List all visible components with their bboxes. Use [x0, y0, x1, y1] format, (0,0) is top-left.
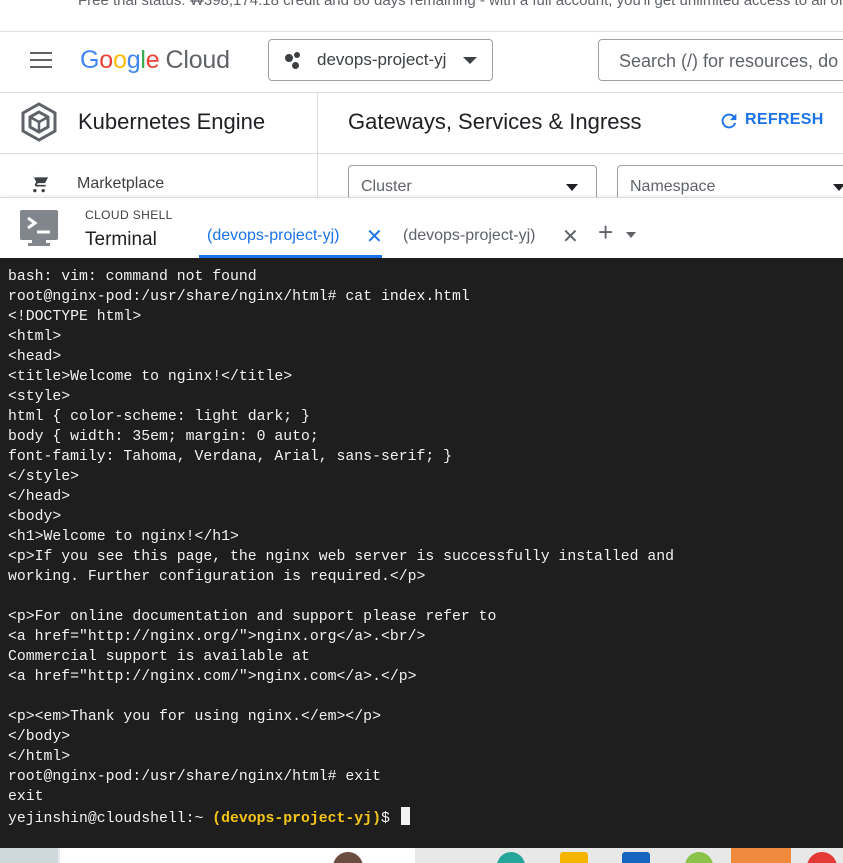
tab-label: (devops-project-yj) — [403, 227, 536, 244]
terminal-line: bash: vim: command not found — [8, 269, 257, 285]
refresh-label: REFRESH — [745, 111, 824, 128]
terminal-line: body { width: 35em; margin: 0 auto; — [8, 429, 319, 445]
terminal-label: Terminal — [85, 229, 157, 250]
close-icon[interactable]: ✕ — [562, 224, 579, 249]
apps-grid-icon[interactable] — [26, 0, 48, 8]
logo-letter: e — [145, 46, 160, 74]
trial-status-text: Free trial status: ₩398,174.18 credit an… — [78, 0, 843, 9]
terminal-line: root@nginx-pod:/usr/share/nginx/html# ca… — [8, 289, 470, 305]
close-icon[interactable]: ✕ — [366, 224, 383, 249]
app-icon[interactable] — [731, 848, 791, 863]
project-selector[interactable]: devops-project-yj — [268, 39, 493, 81]
terminal-line: <p>For online documentation and support … — [8, 609, 497, 625]
terminal-line: <head> — [8, 349, 62, 365]
cloud-shell-bar: CLOUD SHELL Terminal (devops-project-yj)… — [0, 197, 843, 258]
terminal-tab-2[interactable]: (devops-project-yj) ✕ — [403, 224, 579, 258]
terminal-line: working. Further configuration is requir… — [8, 569, 426, 585]
search-input[interactable] — [617, 40, 843, 82]
terminal-line: Commercial support is available at — [8, 649, 310, 665]
terminal-line: </style> — [8, 469, 80, 485]
project-dots-icon — [285, 52, 303, 70]
sidebar-item-marketplace[interactable]: Marketplace — [77, 175, 164, 193]
terminal-line: <p><em>Thank you for using nginx.</em></… — [8, 709, 381, 725]
app-icon[interactable] — [497, 852, 525, 863]
terminal-line: root@nginx-pod:/usr/share/nginx/html# ex… — [8, 769, 381, 785]
terminal-line: <!DOCTYPE html> — [8, 309, 142, 325]
os-taskbar — [0, 848, 843, 863]
terminal-line: <html> — [8, 329, 62, 345]
terminal-line: <a href="http://nginx.com/">nginx.com</a… — [8, 669, 417, 685]
logo-letter: o — [99, 46, 113, 74]
project-name: devops-project-yj — [317, 50, 447, 69]
terminal-line: <a href="http://nginx.org/">nginx.org</a… — [8, 629, 426, 645]
terminal-cursor — [400, 807, 410, 825]
terminal-tab-1[interactable]: (devops-project-yj) ✕ — [199, 224, 383, 258]
terminal-line: </html> — [8, 749, 71, 765]
refresh-icon — [721, 113, 737, 129]
chevron-down-icon[interactable] — [626, 232, 636, 238]
product-bar: Kubernetes Engine Gateways, Services & I… — [0, 93, 843, 154]
terminal-text: bash: vim: command not found root@nginx-p… — [8, 267, 674, 827]
terminal-output[interactable]: bash: vim: command not found root@nginx-p… — [0, 258, 843, 848]
terminal-line: </body> — [8, 729, 71, 745]
logo-letter: g — [126, 46, 141, 74]
terminal-line: <h1>Welcome to nginx!</h1> — [8, 529, 239, 545]
terminal-line: <body> — [8, 509, 62, 525]
trial-banner: Free trial status: ₩398,174.18 credit an… — [0, 0, 843, 32]
add-tab-icon[interactable]: + — [598, 219, 613, 245]
logo-letter: G — [80, 46, 100, 74]
kubernetes-engine-icon — [21, 102, 57, 142]
start-area[interactable] — [0, 848, 58, 863]
prompt-suffix: $ — [380, 811, 399, 827]
panel-divider — [317, 93, 318, 197]
prompt-project: (devops-project-yj) — [212, 811, 381, 827]
prompt-user: yejinshin@cloudshell:~ — [8, 811, 213, 827]
menu-icon[interactable] — [30, 52, 52, 70]
terminal-line: font-family: Tahoma, Verdana, Arial, san… — [8, 449, 452, 465]
folder-icon[interactable] — [560, 852, 588, 863]
terminal-line: <style> — [8, 389, 71, 405]
tab-label: (devops-project-yj) — [207, 227, 340, 244]
chevron-down-icon — [833, 184, 843, 191]
left-nav: Marketplace — [0, 154, 317, 197]
product-title: Kubernetes Engine — [78, 109, 266, 134]
search-box[interactable] — [598, 39, 843, 82]
terminal-line: exit — [8, 789, 44, 805]
app-icon[interactable] — [622, 852, 650, 863]
cluster-filter-label: Cluster — [361, 178, 412, 195]
chevron-down-icon — [463, 57, 477, 64]
namespace-filter-label: Namespace — [630, 178, 716, 195]
google-cloud-logo[interactable]: Google Cloud — [80, 46, 230, 75]
app-icon[interactable] — [807, 852, 837, 863]
cloud-shell-label: CLOUD SHELL — [85, 208, 173, 222]
terminal-line: html { color-scheme: light dark; } — [8, 409, 310, 425]
marketplace-cart-icon — [31, 175, 49, 193]
cloud-shell-terminal-icon — [20, 210, 58, 246]
terminal-prompt: yejinshin@cloudshell:~ (devops-project-y… — [8, 807, 674, 827]
terminal-line: </head> — [8, 489, 71, 505]
page-title: Gateways, Services & Ingress — [348, 109, 642, 134]
terminal-line: <title>Welcome to nginx!</title> — [8, 369, 293, 385]
app-icon[interactable] — [685, 852, 713, 863]
chevron-down-icon — [566, 184, 578, 191]
logo-letter: o — [112, 46, 127, 74]
logo-cloud-word: Cloud — [165, 46, 230, 74]
terminal-line: <p>If you see this page, the nginx web s… — [8, 549, 674, 565]
top-header: Google Cloud devops-project-yj — [0, 32, 843, 93]
